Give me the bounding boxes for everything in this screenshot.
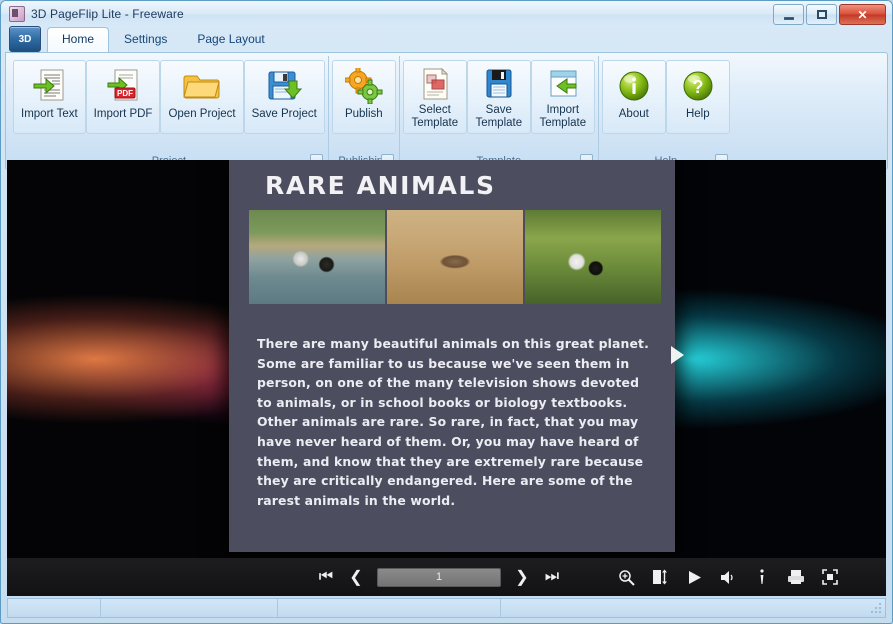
window-controls: ✕ [773, 4, 886, 25]
ribbon-group-help: About ? Help [597, 56, 733, 169]
next-page-button[interactable]: ❯ [507, 562, 537, 592]
birds-wading-in-water-photo [249, 210, 385, 304]
save-template-label: Save Template [475, 104, 523, 129]
previous-page-button[interactable]: ❮ [341, 562, 371, 592]
title-bar: 3D PageFlip Lite - Freeware ✕ [1, 1, 892, 27]
fullscreen-icon[interactable] [819, 562, 841, 592]
select-template-icon [419, 66, 451, 102]
help-question-icon: ? [681, 66, 715, 106]
about-label: About [618, 108, 649, 120]
viewer-toolbar: ⏮ ❮ 1 ❯ ⏭ [7, 558, 886, 596]
tab-settings[interactable]: Settings [109, 27, 182, 52]
import-template-button[interactable]: Import Template [530, 60, 595, 134]
zoom-in-icon[interactable] [615, 562, 637, 592]
maximize-icon [816, 10, 827, 19]
minimize-icon [783, 16, 794, 20]
help-button[interactable]: ? Help [665, 60, 730, 134]
tab-home[interactable]: Home [47, 27, 110, 52]
app-icon [9, 6, 25, 22]
publish-gears-icon [344, 66, 383, 106]
book-page[interactable]: RARE ANIMALS There are many beautiful an… [229, 160, 675, 552]
import-pdf-label: Import PDF [93, 108, 153, 120]
svg-text:?: ? [692, 77, 703, 97]
status-cell-2 [101, 599, 278, 617]
page-navigation: ⏮ ❮ 1 ❯ ⏭ [311, 562, 567, 592]
app-menu-button[interactable]: 3D [9, 26, 41, 52]
tab-page-layout[interactable]: Page Layout [182, 27, 279, 52]
open-project-button[interactable]: Open Project [160, 60, 244, 134]
close-button[interactable]: ✕ [839, 4, 886, 25]
import-text-button[interactable]: Import Text [13, 60, 86, 134]
resize-grip-icon[interactable] [870, 603, 882, 615]
page-mode-icon[interactable] [649, 562, 671, 592]
save-disk-icon [266, 66, 303, 106]
publish-label: Publish [344, 108, 383, 120]
status-bar [7, 598, 886, 618]
maximize-button[interactable] [806, 4, 837, 25]
save-template-button[interactable]: Save Template [466, 60, 531, 134]
page-photo-strip [235, 210, 675, 304]
print-icon[interactable] [785, 562, 807, 592]
help-label: Help [685, 108, 710, 120]
ribbon: Import Text PDF Import PDF Open Project … [5, 52, 888, 170]
open-project-label: Open Project [168, 108, 236, 120]
status-cell-4 [501, 599, 885, 617]
select-template-label: Select Template [411, 104, 459, 129]
page-content: RARE ANIMALS There are many beautiful an… [235, 160, 675, 552]
status-cell-3 [278, 599, 501, 617]
minimize-button[interactable] [773, 4, 804, 25]
application-window: 3D PageFlip Lite - Freeware ✕ 3D Home Se… [0, 0, 893, 624]
status-cell-1 [8, 599, 101, 617]
sound-icon[interactable] [717, 562, 739, 592]
save-template-icon [483, 66, 515, 102]
first-page-button[interactable]: ⏮ [311, 562, 341, 592]
import-template-icon [546, 66, 580, 102]
page-body-text: There are many beautiful animals on this… [257, 336, 649, 508]
page-title: RARE ANIMALS [265, 170, 496, 200]
next-page-arrow[interactable] [671, 346, 684, 364]
window-title: 3D PageFlip Lite - Freeware [31, 7, 184, 21]
viewer-tools [615, 562, 841, 592]
page-viewer[interactable]: RARE ANIMALS There are many beautiful an… [7, 160, 886, 596]
last-page-button[interactable]: ⏭ [537, 562, 567, 592]
select-template-button[interactable]: Select Template [402, 60, 467, 134]
save-project-button[interactable]: Save Project [243, 60, 325, 134]
ribbon-group-publishing: Publish Publishing ⌐ [327, 56, 399, 169]
import-text-icon [32, 66, 66, 106]
info-icon[interactable] [751, 562, 773, 592]
import-template-label: Import Template [539, 104, 587, 129]
import-text-label: Import Text [21, 108, 78, 120]
antelope-in-grassland-photo [387, 210, 523, 304]
publish-button[interactable]: Publish [331, 60, 396, 134]
import-pdf-icon: PDF [106, 66, 140, 106]
save-project-label: Save Project [251, 108, 317, 120]
ribbon-group-template: Select Template Save Template Import Tem… [398, 56, 598, 169]
about-info-icon [617, 66, 651, 106]
play-icon[interactable] [683, 562, 705, 592]
svg-text:PDF: PDF [117, 89, 133, 98]
page-number-input[interactable]: 1 [377, 567, 501, 587]
panda-in-foliage-photo [525, 210, 661, 304]
about-button[interactable]: About [601, 60, 666, 134]
open-folder-icon [183, 66, 221, 106]
ribbon-group-project: Import Text PDF Import PDF Open Project … [10, 56, 328, 169]
import-pdf-button[interactable]: PDF Import PDF [85, 60, 161, 134]
tab-bar: 3D Home Settings Page Layout [1, 26, 892, 52]
